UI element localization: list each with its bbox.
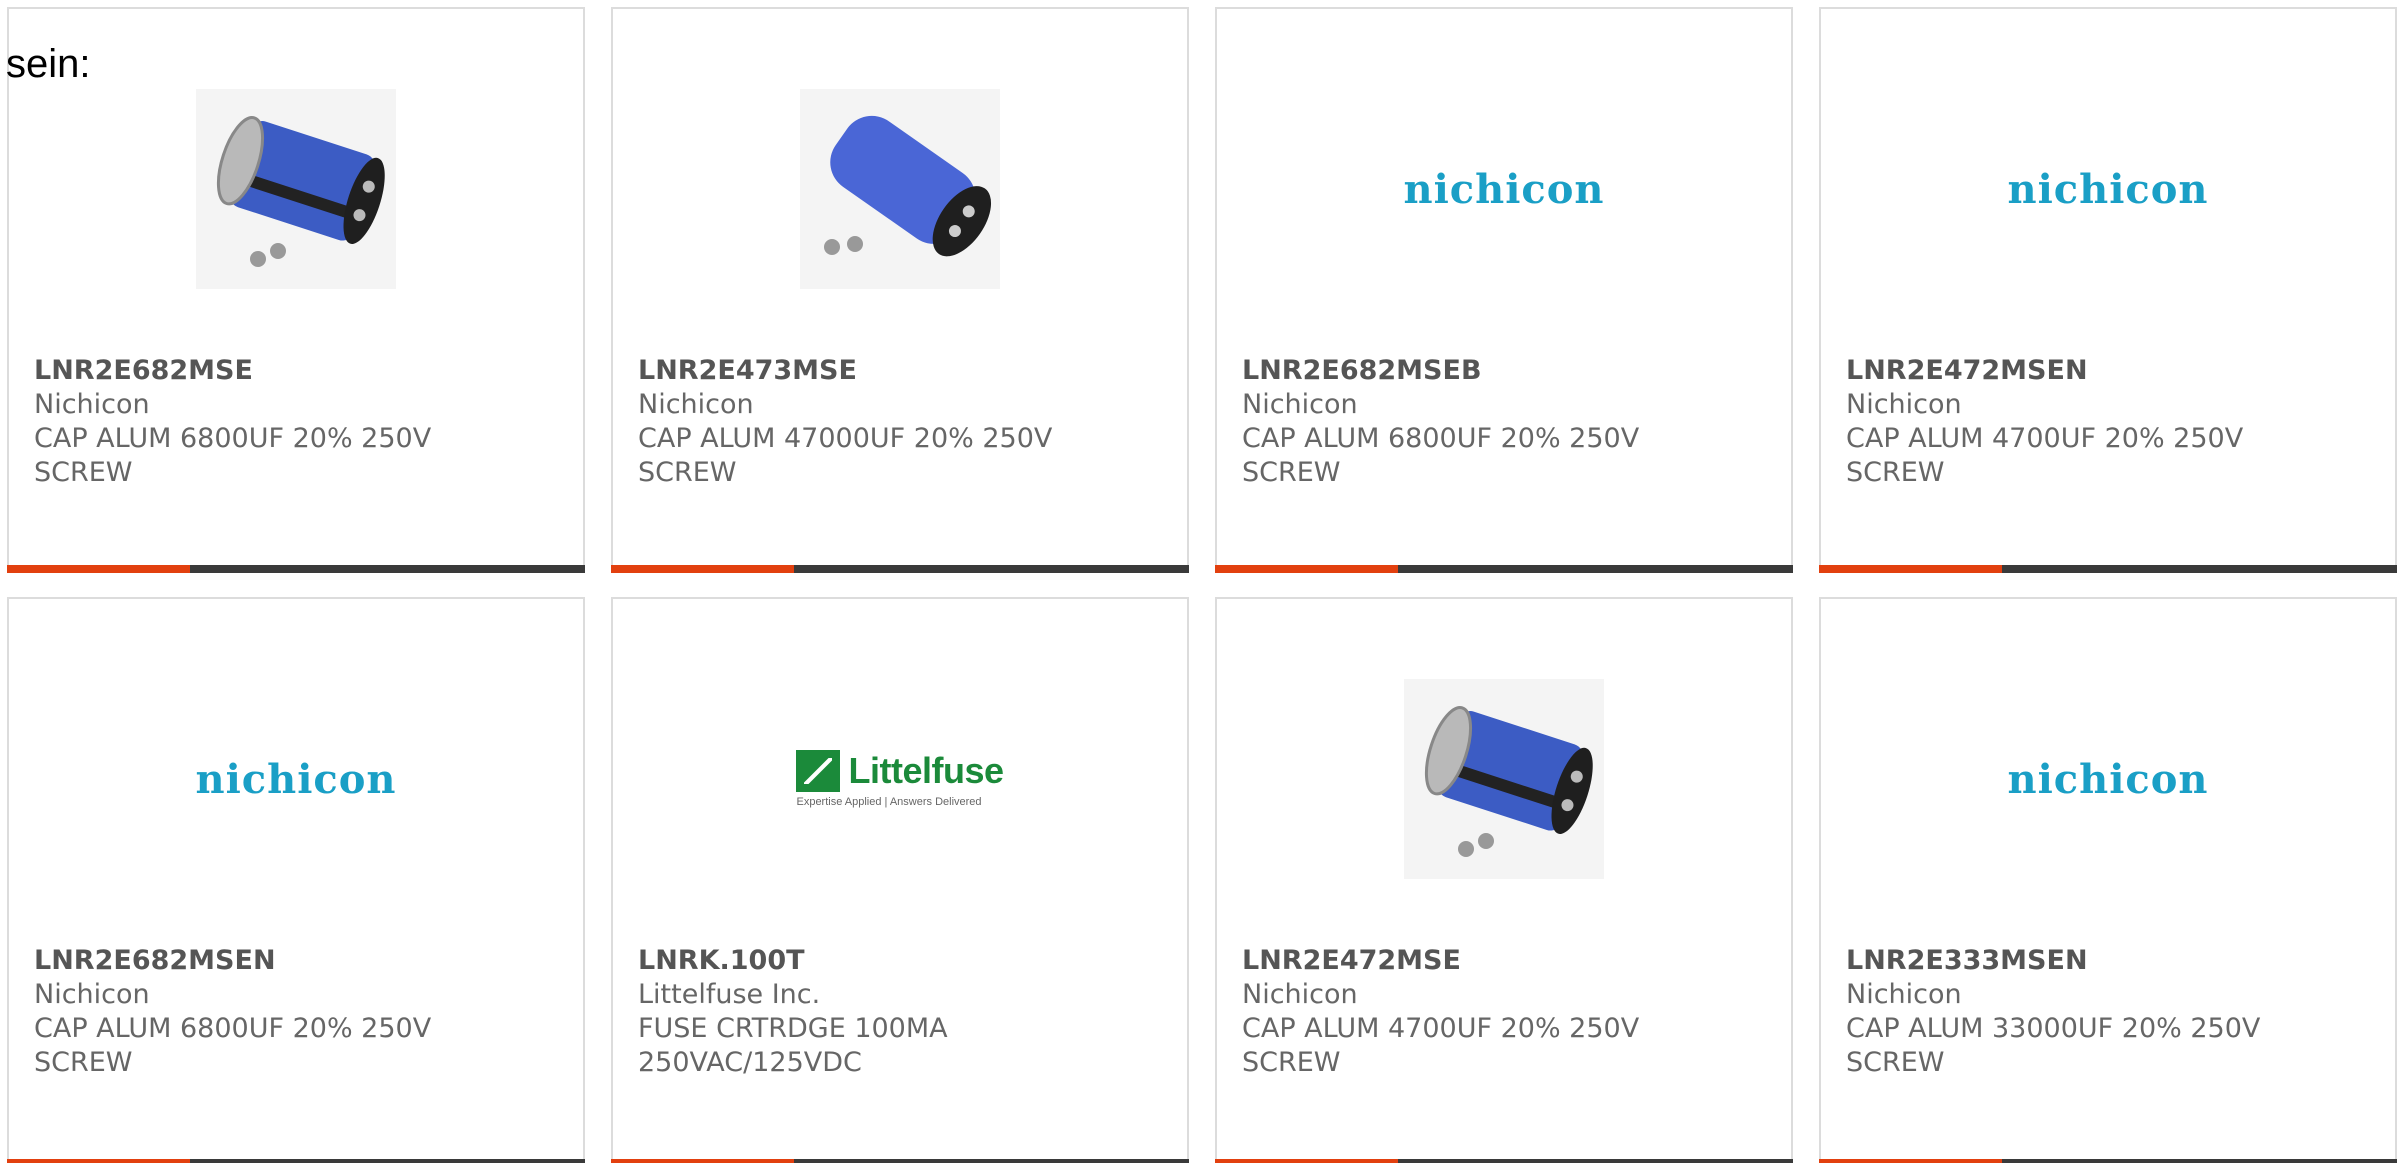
card-bar <box>7 1159 585 1163</box>
manufacturer: Nichicon <box>34 389 150 420</box>
product-card[interactable]: LNR2E473MSE Nichicon CAP ALUM 47000UF 20… <box>611 7 1189 573</box>
description: CAP ALUM 6800UF 20% 250V SCREW <box>34 1013 432 1078</box>
description: CAP ALUM 4700UF 20% 250V SCREW <box>1242 1013 1640 1078</box>
product-image[interactable] <box>613 79 1187 299</box>
product-card[interactable]: nichicon LNR2E472MSEN Nichicon CAP ALUM … <box>1819 7 2397 573</box>
product-image[interactable]: nichicon <box>9 669 583 889</box>
card-bar-accent <box>611 1159 794 1163</box>
capacitor-photo-icon <box>196 89 396 289</box>
capacitor-photo-icon <box>800 89 1000 289</box>
description: CAP ALUM 4700UF 20% 250V SCREW <box>1846 423 2244 488</box>
product-image[interactable]: nichicon <box>1217 79 1791 299</box>
product-image[interactable]: nichicon <box>1821 669 2395 889</box>
part-number-link[interactable]: LNR2E472MSEN <box>1846 354 2375 388</box>
littelfuse-tagline: Expertise Applied | Answers Delivered <box>796 796 982 808</box>
card-bar <box>1215 565 1793 573</box>
part-number-link[interactable]: LNR2E333MSEN <box>1846 944 2375 978</box>
card-bar-accent <box>1819 1159 2002 1163</box>
part-number-link[interactable]: LNRK.100T <box>638 944 1167 978</box>
part-number-link[interactable]: LNR2E682MSEB <box>1242 354 1771 388</box>
card-bar <box>1819 1159 2397 1163</box>
description: CAP ALUM 47000UF 20% 250V SCREW <box>638 423 1053 488</box>
littelfuse-logo: Littelfuse Expertise Applied | Answers D… <box>796 750 1004 808</box>
card-bar-accent <box>1215 1159 1398 1163</box>
part-number-link[interactable]: LNR2E472MSE <box>1242 944 1771 978</box>
card-bar-accent <box>1215 565 1398 573</box>
card-bar-accent <box>7 1159 190 1163</box>
nichicon-logo: nichicon <box>195 755 397 803</box>
card-bar-accent <box>611 565 794 573</box>
manufacturer: Nichicon <box>1846 389 1962 420</box>
part-number-link[interactable]: LNR2E682MSEN <box>34 944 563 978</box>
product-card[interactable]: LNR2E682MSE Nichicon CAP ALUM 6800UF 20%… <box>7 7 585 573</box>
product-image[interactable]: Littelfuse Expertise Applied | Answers D… <box>613 669 1187 889</box>
manufacturer: Nichicon <box>1242 389 1358 420</box>
product-image[interactable] <box>1217 669 1791 889</box>
littelfuse-logo-text: Littelfuse <box>848 750 1004 791</box>
capacitor-photo-icon <box>1404 679 1604 879</box>
nichicon-logo: nichicon <box>2007 755 2209 803</box>
nichicon-logo: nichicon <box>1403 165 1605 213</box>
product-card[interactable]: nichicon LNR2E682MSEB Nichicon CAP ALUM … <box>1215 7 1793 573</box>
description: CAP ALUM 6800UF 20% 250V SCREW <box>34 423 432 488</box>
product-image[interactable]: nichicon <box>1821 79 2395 299</box>
nichicon-logo: nichicon <box>2007 165 2209 213</box>
part-number-link[interactable]: LNR2E473MSE <box>638 354 1167 388</box>
product-card[interactable]: LNR2E472MSE Nichicon CAP ALUM 4700UF 20%… <box>1215 597 1793 1163</box>
product-image[interactable] <box>9 79 583 299</box>
card-bar-accent <box>1819 565 2002 573</box>
manufacturer: Nichicon <box>1846 979 1962 1010</box>
product-card[interactable]: nichicon LNR2E682MSEN Nichicon CAP ALUM … <box>7 597 585 1163</box>
description: FUSE CRTRDGE 100MA 250VAC/125VDC <box>638 1013 948 1078</box>
card-bar-accent <box>7 565 190 573</box>
card-bar <box>7 565 585 573</box>
card-bar <box>611 565 1189 573</box>
intro-text: sein: <box>6 42 91 86</box>
product-card[interactable]: nichicon LNR2E333MSEN Nichicon CAP ALUM … <box>1819 597 2397 1163</box>
manufacturer: Nichicon <box>638 389 754 420</box>
part-number-link[interactable]: LNR2E682MSE <box>34 354 563 388</box>
description: CAP ALUM 6800UF 20% 250V SCREW <box>1242 423 1640 488</box>
manufacturer: Nichicon <box>34 979 150 1010</box>
description: CAP ALUM 33000UF 20% 250V SCREW <box>1846 1013 2261 1078</box>
manufacturer: Nichicon <box>1242 979 1358 1010</box>
card-bar <box>1819 565 2397 573</box>
card-bar <box>611 1159 1189 1163</box>
manufacturer: Littelfuse Inc. <box>638 979 821 1010</box>
littelfuse-mark-icon <box>796 750 841 792</box>
card-bar <box>1215 1159 1793 1163</box>
product-card[interactable]: Littelfuse Expertise Applied | Answers D… <box>611 597 1189 1163</box>
